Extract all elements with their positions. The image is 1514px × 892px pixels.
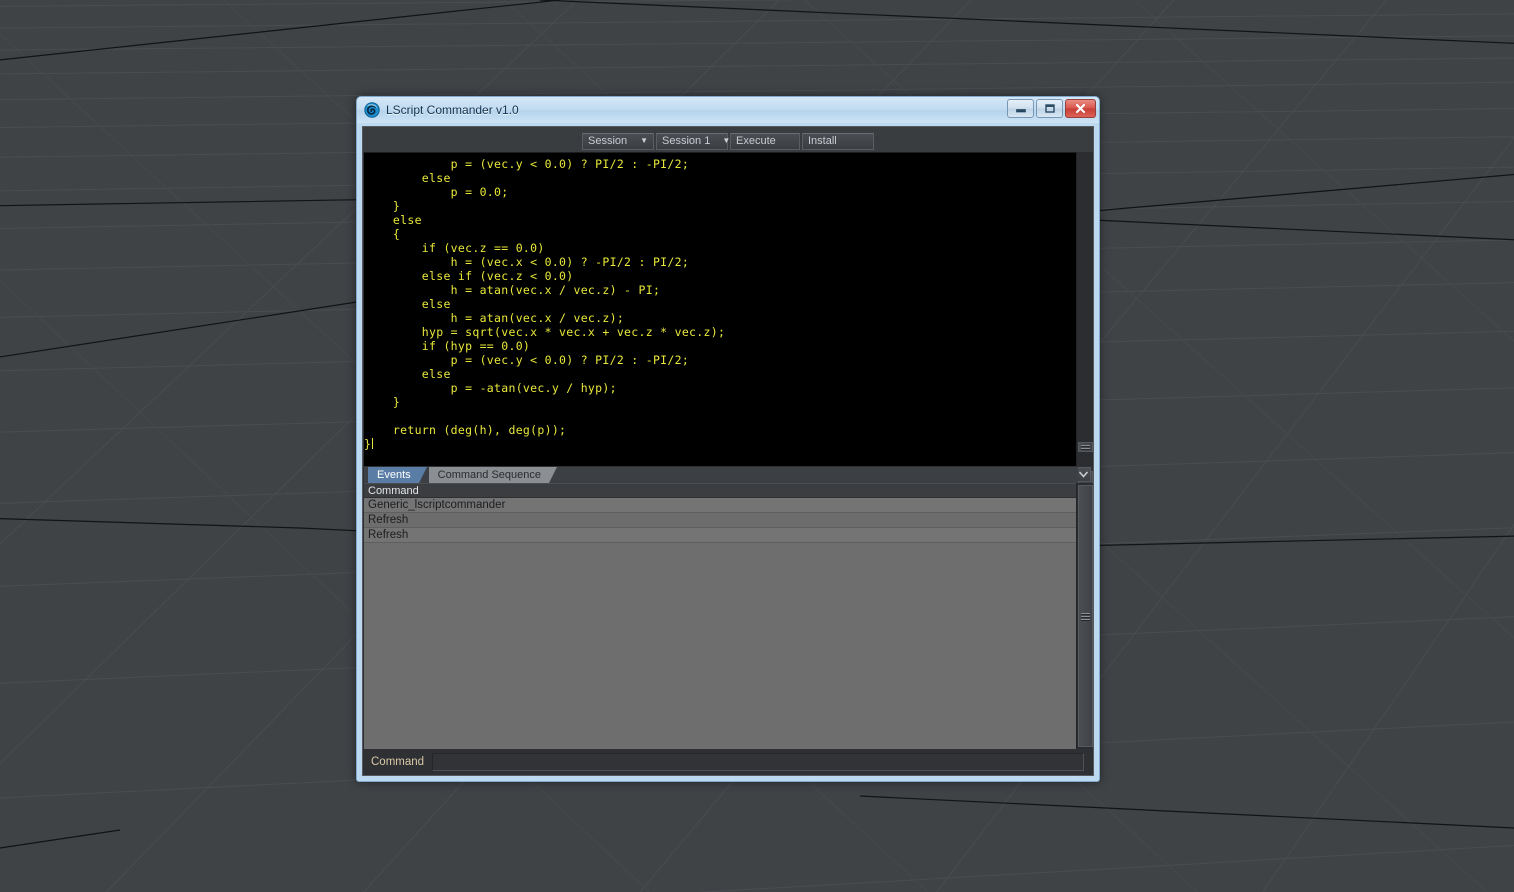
code-text: p = (vec.y < 0.0) ? PI/2 : -PI/2; else p…	[364, 157, 726, 451]
code-editor-region: p = (vec.y < 0.0) ? PI/2 : -PI/2; else p…	[364, 152, 1093, 486]
close-icon	[1075, 103, 1086, 114]
table-row[interactable]: Refresh	[364, 513, 1076, 528]
install-button[interactable]: Install	[802, 132, 874, 150]
maximize-icon	[1044, 104, 1055, 113]
maximize-button[interactable]	[1036, 99, 1063, 118]
table-row[interactable]: Refresh	[364, 528, 1076, 543]
session-type-label: Session	[588, 135, 628, 147]
execute-button[interactable]: Execute	[730, 132, 800, 150]
toolbar: Session ▼ Session 1 ▼ Execute Install	[363, 127, 1093, 152]
window-controls	[1007, 99, 1096, 118]
minimize-button[interactable]	[1007, 99, 1034, 118]
scroll-down-button-2[interactable]	[1076, 467, 1091, 482]
grip-icon	[1081, 611, 1090, 622]
window-title: LScript Commander v1.0	[386, 103, 519, 117]
execute-label: Execute	[736, 135, 776, 147]
table-cell-command: Generic_lscriptcommander	[368, 499, 506, 511]
code-editor-scrollbar[interactable]	[1076, 152, 1093, 486]
table-row[interactable]: Generic_lscriptcommander	[364, 498, 1076, 513]
table-cell-command: Refresh	[368, 529, 409, 541]
lscript-commander-window: LScript Commander v1.0 Session ▼ Session…	[356, 96, 1100, 782]
tab-command-sequence-label: Command Sequence	[437, 469, 541, 481]
close-button[interactable]	[1065, 99, 1096, 118]
chevron-down-icon	[1079, 471, 1088, 478]
command-bar: Command	[364, 750, 1092, 774]
install-label: Install	[808, 135, 837, 147]
window-titlebar[interactable]: LScript Commander v1.0	[357, 97, 1099, 123]
lscript-spiral-icon	[364, 102, 380, 118]
minimize-icon	[1015, 108, 1026, 112]
scrollbar-thumb[interactable]	[1078, 485, 1093, 747]
session-type-dropdown[interactable]: Session ▼	[582, 132, 654, 150]
command-input[interactable]	[432, 753, 1084, 771]
code-editor[interactable]: p = (vec.y < 0.0) ? PI/2 : -PI/2; else p…	[364, 152, 1076, 466]
window-body: Session ▼ Session 1 ▼ Execute Install p …	[362, 126, 1094, 776]
scrollbar-thumb[interactable]	[1078, 442, 1093, 452]
text-cursor	[372, 438, 374, 449]
tab-command-sequence[interactable]: Command Sequence	[428, 467, 558, 483]
table-cell-command: Refresh	[368, 514, 409, 526]
session-number-label: Session 1	[662, 135, 711, 147]
tab-strip: Events Command Sequence	[364, 467, 1078, 483]
tab-events[interactable]: Events	[368, 467, 427, 483]
list-column-header-label: Command	[368, 484, 419, 497]
command-input-label: Command	[371, 756, 425, 768]
events-list-region: Command Generic_lscriptcommander Refresh…	[364, 483, 1093, 749]
session-number-dropdown[interactable]: Session 1 ▼	[656, 132, 730, 150]
list-column-header: Command	[364, 484, 1076, 498]
chevron-down-icon: ▼	[640, 136, 648, 145]
events-list-scrollbar[interactable]	[1076, 483, 1093, 749]
grip-icon	[1081, 443, 1090, 451]
tab-events-label: Events	[377, 469, 411, 481]
events-list[interactable]: Command Generic_lscriptcommander Refresh…	[364, 483, 1076, 749]
